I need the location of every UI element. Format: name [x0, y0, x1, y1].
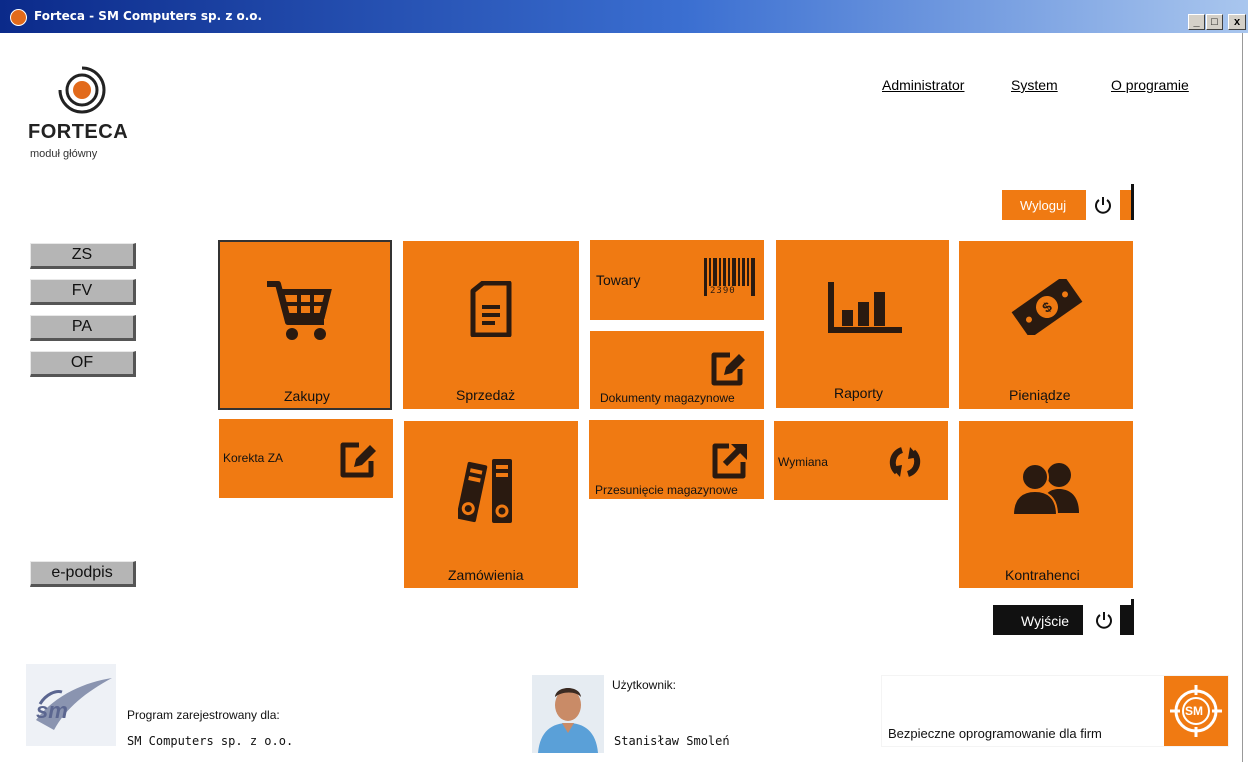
tile-przesuniecie-magazynowe[interactable]: Przesunięcie magazynowe — [589, 420, 764, 499]
tile-kontrahenci[interactable]: Kontrahenci — [959, 421, 1133, 588]
edit-icon — [340, 442, 376, 478]
bar-chart-icon — [828, 282, 902, 333]
forteca-logo-icon — [57, 65, 106, 114]
edit-icon — [711, 352, 745, 386]
close-button[interactable]: x — [1228, 14, 1246, 30]
cart-icon — [267, 281, 332, 340]
users-icon — [1011, 463, 1079, 516]
slogan-banner: Bezpieczne oprogramowanie dla firm SM — [882, 676, 1228, 746]
logout-button[interactable]: Wyloguj — [1002, 184, 1136, 224]
tile-zakupy-label: Zakupy — [284, 388, 330, 404]
tile-towary[interactable]: Towary 2390 — [590, 240, 764, 320]
window-title: Forteca - SM Computers sp. z o.o. — [34, 9, 263, 23]
sm-logo-text: sm — [36, 698, 68, 723]
minimize-button[interactable]: _ — [1188, 14, 1205, 30]
exit-label: Wyjście — [1021, 613, 1070, 629]
tile-korekta-za[interactable]: Korekta ZA — [219, 419, 393, 498]
logo-name: FORTECA — [28, 121, 129, 143]
barcode-digits: 2390 — [710, 286, 736, 296]
sm-logo: sm — [26, 664, 116, 746]
tile-sprzedaz-label: Sprzedaż — [456, 387, 516, 403]
tile-raporty[interactable]: Raporty — [776, 240, 949, 408]
of-button[interactable]: OF — [30, 351, 136, 377]
user-label: Użytkownik: — [612, 678, 677, 692]
app-icon — [10, 9, 27, 26]
sm-badge-text: SM — [1185, 704, 1203, 718]
power-icon — [1095, 197, 1111, 214]
tile-sprzedaz[interactable]: Sprzedaż — [403, 241, 579, 409]
logo-subtitle: moduł główny — [30, 148, 98, 160]
administrator-link[interactable]: Administrator — [882, 77, 964, 93]
fv-button[interactable]: FV — [30, 279, 136, 305]
tile-kontrahenci-label: Kontrahenci — [1005, 567, 1080, 583]
title-bar: Forteca - SM Computers sp. z o.o. _ □ x — [0, 0, 1248, 33]
epodpis-button[interactable]: e-podpis — [30, 561, 136, 587]
user-name: Stanisław Smoleń — [614, 734, 730, 748]
power-icon — [1096, 612, 1112, 629]
user-avatar — [532, 675, 604, 753]
tile-raporty-label: Raporty — [834, 385, 884, 401]
money-icon: $ — [1011, 279, 1083, 335]
about-link[interactable]: O programie — [1111, 77, 1189, 93]
exit-button[interactable]: Wyjście — [993, 599, 1135, 639]
tile-korekta-label: Korekta ZA — [223, 451, 284, 465]
tile-towary-label: Towary — [596, 272, 641, 288]
tile-wymiana-label: Wymiana — [778, 455, 828, 469]
pa-button[interactable]: PA — [30, 315, 136, 341]
tile-zamowienia-label: Zamówienia — [448, 567, 524, 583]
tile-wymiana[interactable]: Wymiana — [774, 421, 948, 500]
tile-przesuniecie-label: Przesunięcie magazynowe — [595, 483, 738, 497]
zs-button[interactable]: ZS — [30, 243, 136, 269]
registered-label: Program zarejestrowany dla: — [127, 708, 280, 722]
system-link[interactable]: System — [1011, 77, 1058, 93]
sm-badge: SM — [1164, 676, 1228, 746]
user-photo — [532, 675, 604, 753]
forteca-logo: FORTECA moduł główny — [26, 58, 137, 165]
tile-dokumenty-label: Dokumenty magazynowe — [600, 391, 735, 405]
maximize-button[interactable]: □ — [1206, 14, 1223, 30]
refresh-icon — [889, 447, 921, 477]
tile-zakupy[interactable]: Zakupy — [218, 240, 392, 410]
tile-pieniadze-label: Pieniądze — [1009, 387, 1071, 403]
logout-label: Wyloguj — [1020, 198, 1067, 213]
slogan-text: Bezpieczne oprogramowanie dla firm — [888, 726, 1102, 741]
registered-name: SM Computers sp. z o.o. — [127, 734, 294, 748]
tile-dokumenty-magazynowe[interactable]: Dokumenty magazynowe — [590, 331, 764, 409]
tile-zamowienia[interactable]: Zamówienia — [404, 421, 578, 588]
document-icon — [470, 281, 512, 337]
tile-pieniadze[interactable]: $ Pieniądze — [959, 241, 1133, 409]
export-icon — [712, 443, 747, 479]
binders-icon — [458, 459, 512, 523]
